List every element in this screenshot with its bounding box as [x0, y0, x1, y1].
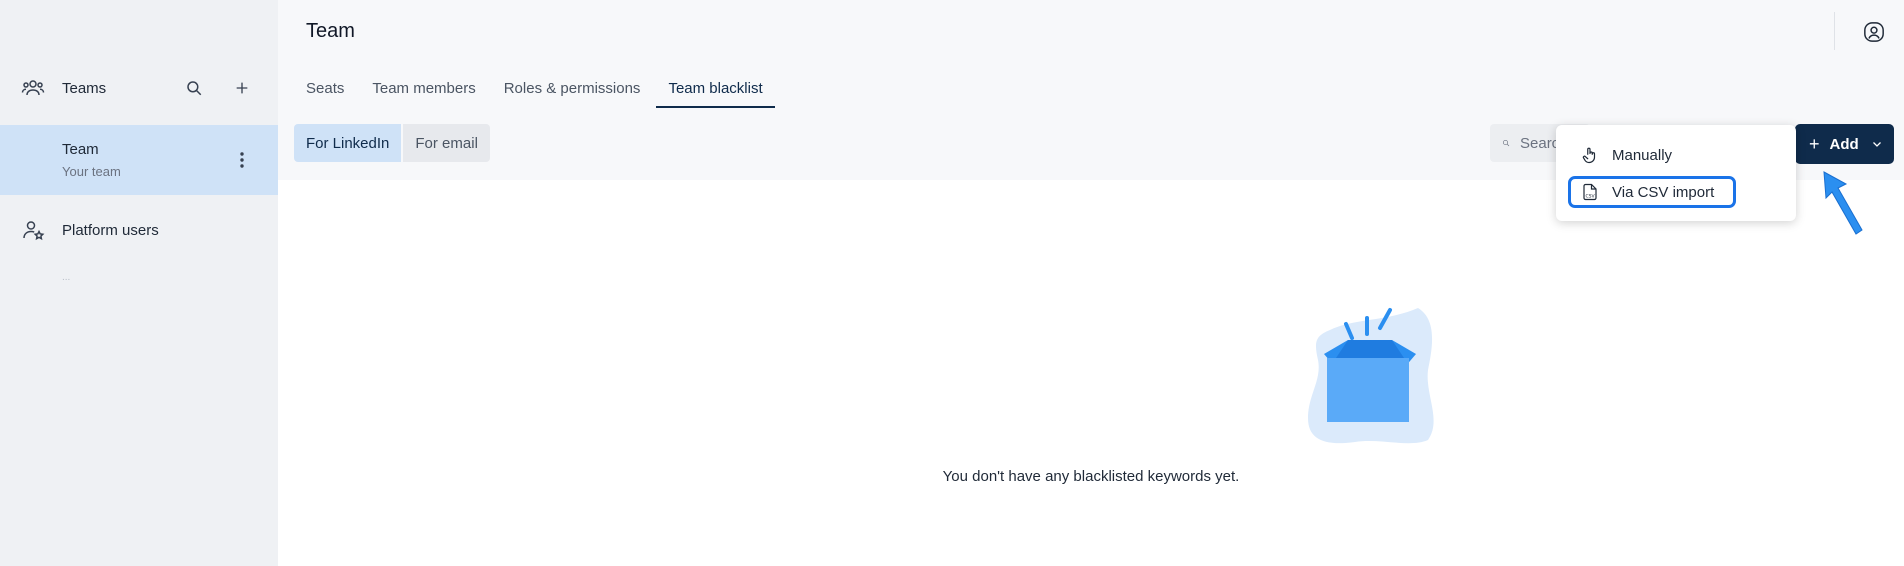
- empty-box-illustration: [1300, 300, 1440, 448]
- hand-pointer-icon: [1580, 145, 1600, 165]
- user-star-icon: [20, 217, 46, 243]
- add-button-label: Add: [1829, 135, 1859, 153]
- channel-filter: For LinkedIn For email: [294, 124, 490, 162]
- search-teams-button[interactable]: [180, 74, 208, 102]
- svg-text:CSV: CSV: [1586, 193, 1596, 199]
- more-vertical-icon: [240, 152, 244, 168]
- add-dropdown-menu: Manually CSV Via CSV import: [1556, 125, 1796, 221]
- tab-seats[interactable]: Seats: [306, 74, 344, 108]
- menu-item-manually-label: Manually: [1612, 146, 1673, 164]
- tab-roles-permissions[interactable]: Roles & permissions: [504, 74, 641, 108]
- page-title: Team: [306, 20, 355, 42]
- menu-item-via-csv-import[interactable]: CSV Via CSV import: [1568, 176, 1736, 208]
- filter-for-linkedin[interactable]: For LinkedIn: [294, 124, 402, 162]
- platform-users-label: Platform users: [62, 221, 159, 239]
- tab-team-members[interactable]: Team members: [372, 74, 475, 108]
- plus-icon: +: [1809, 134, 1820, 154]
- sidebar-item-team[interactable]: Team Your team: [0, 125, 278, 195]
- team-options-button[interactable]: [228, 146, 256, 174]
- team-name: Team: [62, 141, 99, 158]
- annotation-arrow-icon: [1823, 171, 1863, 235]
- team-subtitle: Your team: [62, 164, 121, 179]
- chevron-down-icon: [1872, 142, 1881, 147]
- main-content: Team Seats Team members Roles & permissi…: [278, 0, 1904, 566]
- filter-for-email[interactable]: For email: [403, 124, 490, 162]
- users-icon: [20, 75, 46, 101]
- sidebar-teams-header: Teams: [0, 68, 278, 108]
- header-divider: [1834, 12, 1835, 50]
- search-icon: [187, 81, 202, 96]
- empty-state-message: You don't have any blacklisted keywords …: [942, 468, 1240, 485]
- sidebar-item-platform-users[interactable]: Platform users: [0, 210, 278, 250]
- add-team-button[interactable]: [228, 74, 256, 102]
- user-account-button[interactable]: [1860, 18, 1888, 46]
- user-circle-icon: [1864, 22, 1884, 42]
- plus-icon: [236, 82, 248, 94]
- tab-team-blacklist[interactable]: Team blacklist: [656, 74, 775, 108]
- search-icon: [1503, 140, 1510, 147]
- sidebar-placeholder-dots: ...: [62, 272, 71, 283]
- add-button[interactable]: + Add: [1795, 124, 1894, 164]
- menu-item-csv-label: Via CSV import: [1612, 183, 1715, 201]
- csv-file-icon: CSV: [1580, 182, 1600, 202]
- sidebar-teams-label: Teams: [62, 79, 107, 97]
- tabs: Seats Team members Roles & permissions T…: [306, 74, 803, 108]
- menu-item-manually[interactable]: Manually: [1568, 139, 1736, 171]
